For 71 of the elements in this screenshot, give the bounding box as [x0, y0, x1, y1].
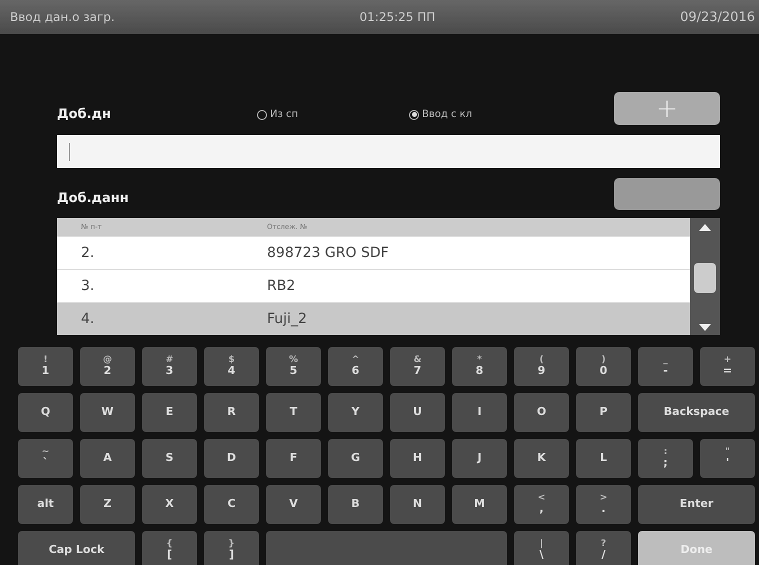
keyboard-key[interactable]: Cap Lock — [18, 531, 135, 565]
table-cell-text: 2. — [81, 245, 96, 261]
keyboard-key[interactable]: ) 0 — [576, 347, 631, 386]
keyboard-key[interactable]: V — [266, 485, 321, 524]
keyboard-key[interactable]: D — [204, 439, 259, 478]
keyboard-key[interactable]: X — [142, 485, 197, 524]
keyboard-key[interactable]: G — [328, 439, 383, 478]
keyboard-key[interactable]: > . — [576, 485, 631, 524]
keyboard-key[interactable]: F — [266, 439, 321, 478]
keyboard-key[interactable]: < , — [514, 485, 569, 524]
keyboard-key[interactable]: C — [204, 485, 259, 524]
radio-option[interactable]: Ввод с кл — [409, 109, 472, 120]
keyboard-key[interactable]: ( 9 — [514, 347, 569, 386]
up-arrow-icon[interactable] — [699, 224, 711, 231]
keyboard-key[interactable]: Z — [80, 485, 135, 524]
scrollbar[interactable] — [690, 218, 720, 335]
radio-option[interactable]: Из сп — [257, 109, 409, 120]
keyboard-key[interactable]: ^ 6 — [328, 347, 383, 386]
keyboard-key[interactable]: Enter — [638, 485, 755, 524]
keyboard-key[interactable]: K — [514, 439, 569, 478]
input-field[interactable] — [57, 135, 720, 168]
keyboard-key[interactable]: " ' — [700, 439, 755, 478]
table-cell-text: 898723 GRO SDF — [267, 245, 390, 261]
keyboard-key[interactable]: Q — [18, 393, 73, 432]
keyboard-key[interactable]: ! 1 — [18, 347, 73, 386]
down-arrow-icon[interactable] — [699, 324, 711, 331]
keyboard-key[interactable]: # 3 — [142, 347, 197, 386]
keyboard-key[interactable]: N — [390, 485, 445, 524]
keyboard-key[interactable]: I — [452, 393, 507, 432]
keyboard-key[interactable]: { [ — [142, 531, 197, 565]
keyboard-key[interactable]: A — [80, 439, 135, 478]
keyboard-key[interactable]: alt — [18, 485, 73, 524]
keyboard-key[interactable]: L — [576, 439, 631, 478]
keyboard-key[interactable]: S — [142, 439, 197, 478]
table-cell-text: 4. — [81, 311, 96, 327]
keyboard-key[interactable]: ~ ` — [18, 439, 73, 478]
keyboard-key[interactable]: } ] — [204, 531, 259, 565]
keyboard-key[interactable]: _ - — [638, 347, 693, 386]
keyboard-key[interactable]: & 7 — [390, 347, 445, 386]
keyboard-key[interactable]: $ 4 — [204, 347, 259, 386]
keyboard-key[interactable]: U — [390, 393, 445, 432]
table-row[interactable]: 2. 898723 GRO SDF — [57, 236, 690, 269]
keyboard-key[interactable]: H — [390, 439, 445, 478]
keyboard-key[interactable]: O — [514, 393, 569, 432]
keyboard-key[interactable]: ? / — [576, 531, 631, 565]
screen-title: Ввод дан.о загр. — [10, 10, 115, 24]
keyboard-key[interactable]: Y — [328, 393, 383, 432]
keyboard-key[interactable]: M — [452, 485, 507, 524]
keyboard-key[interactable]: + = — [700, 347, 755, 386]
table-cell-text: Fuji_2 — [267, 311, 308, 327]
field-label: Доб.дн — [57, 107, 112, 122]
keyboard-key[interactable]: W — [80, 393, 135, 432]
scroll-thumb[interactable] — [694, 262, 716, 292]
keyboard-key[interactable]: J — [452, 439, 507, 478]
list-label: Доб.данн — [57, 191, 129, 206]
keyboard-key[interactable]: E — [142, 393, 197, 432]
keyboard-key[interactable]: * 8 — [452, 347, 507, 386]
keyboard-key[interactable]: T — [266, 393, 321, 432]
keyboard-key[interactable]: % 5 — [266, 347, 321, 386]
clock-time: 01:25:25 ПП — [360, 10, 436, 24]
table-cell-text: RB2 — [267, 278, 296, 294]
date-text: 09/23/2016 — [680, 10, 755, 24]
keyboard-key[interactable]: @ 2 — [80, 347, 135, 386]
keyboard-key[interactable]: R — [204, 393, 259, 432]
keyboard-key[interactable]: Backspace — [638, 393, 755, 432]
keyboard-key[interactable]: B — [328, 485, 383, 524]
keyboard-key[interactable]: | \ — [514, 531, 569, 565]
table-cell-text: 3. — [81, 278, 96, 294]
table-row[interactable]: 4. Fuji_2 — [57, 302, 690, 335]
keyboard-key[interactable]: P — [576, 393, 631, 432]
keyboard-key[interactable]: : ; — [638, 439, 693, 478]
